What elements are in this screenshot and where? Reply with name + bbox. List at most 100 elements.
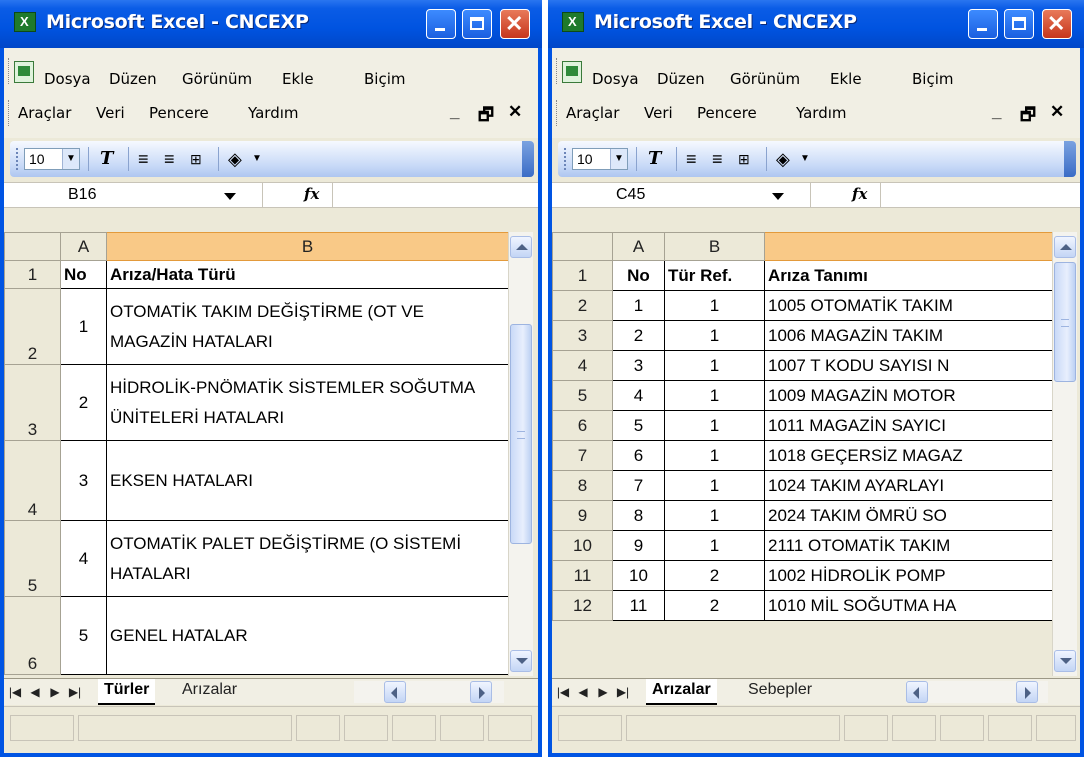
next-sheet-button[interactable]: ▶ xyxy=(48,684,62,700)
row-header[interactable]: 3 xyxy=(552,320,613,351)
toolbar-options-button[interactable] xyxy=(1064,141,1076,177)
menu-pencere[interactable]: Pencere xyxy=(697,104,757,122)
merge-center-icon[interactable]: ⊞ xyxy=(738,148,750,170)
chevron-down-icon[interactable]: ▼ xyxy=(62,149,79,169)
first-sheet-button[interactable]: |◀ xyxy=(8,684,22,700)
tab-arizalar[interactable]: Arızalar xyxy=(646,679,717,705)
align-center-icon[interactable]: ≡ xyxy=(712,148,723,170)
row-header[interactable]: 1 xyxy=(552,260,613,291)
mdi-restore-button[interactable]: 🗗 xyxy=(478,102,494,131)
tab-turler[interactable]: Türler xyxy=(98,679,156,705)
column-header-a[interactable]: A xyxy=(60,232,107,261)
cell[interactable]: HİDROLİK-PNÖMATİK SİSTEMLER SOĞUTMA ÜNİT… xyxy=(106,364,509,441)
scroll-thumb[interactable] xyxy=(1054,262,1076,382)
menu-dosya[interactable]: Dosya xyxy=(592,70,639,88)
cell[interactable]: GENEL HATALAR xyxy=(106,596,509,675)
chevron-down-icon[interactable] xyxy=(772,193,784,200)
row-header[interactable]: 7 xyxy=(552,440,613,471)
merge-center-icon[interactable]: ⊞ xyxy=(190,148,202,170)
cell[interactable]: OTOMATİK PALET DEĞİŞTİRME (O SİSTEMİ HAT… xyxy=(106,520,509,597)
menu-yardim[interactable]: Yardım xyxy=(796,104,847,122)
align-left-icon[interactable]: ≡ xyxy=(686,148,697,170)
cell[interactable]: 4 xyxy=(612,380,665,411)
name-box[interactable]: C45 xyxy=(552,183,810,207)
cell[interactable]: OTOMATİK TAKIM DEĞİŞTİRME (OT VE MAGAZİN… xyxy=(106,288,509,365)
cell[interactable]: 1002 HİDROLİK POMP xyxy=(764,560,1053,591)
excel-app-icon[interactable] xyxy=(562,12,584,32)
column-header-b[interactable]: B xyxy=(106,232,509,261)
row-header[interactable]: 4 xyxy=(4,440,61,521)
fx-icon[interactable]: fx xyxy=(304,185,319,203)
menu-yardim[interactable]: Yardım xyxy=(248,104,299,122)
cell[interactable]: Arıza Tanımı xyxy=(764,260,1053,291)
tab-arizalar[interactable]: Arızalar xyxy=(176,679,243,703)
menu-grip[interactable] xyxy=(8,58,12,84)
fx-icon[interactable]: fx xyxy=(852,185,867,203)
toolbar-options-button[interactable] xyxy=(522,141,534,177)
cell[interactable]: 2 xyxy=(60,364,107,441)
cell[interactable]: 1 xyxy=(664,440,765,471)
toolbar-grip[interactable] xyxy=(564,148,566,170)
cell[interactable]: 2 xyxy=(612,320,665,351)
row-header[interactable]: 4 xyxy=(552,350,613,381)
menu-araclar[interactable]: Araçlar xyxy=(566,104,619,122)
select-all-corner[interactable] xyxy=(552,232,613,261)
horizontal-scrollbar[interactable] xyxy=(354,681,504,703)
italic-icon[interactable]: T xyxy=(648,148,661,170)
cell[interactable]: 9 xyxy=(612,530,665,561)
excel-app-icon[interactable] xyxy=(14,12,36,32)
menu-veri[interactable]: Veri xyxy=(96,104,125,122)
menu-grip[interactable] xyxy=(8,100,12,126)
cell[interactable]: 5 xyxy=(60,596,107,675)
chevron-down-icon[interactable]: ▼ xyxy=(800,148,810,170)
cell[interactable]: 1 xyxy=(664,470,765,501)
cell[interactable]: 1 xyxy=(664,350,765,381)
scroll-left-button[interactable] xyxy=(906,681,928,703)
menu-grip[interactable] xyxy=(556,58,560,84)
cell[interactable]: 1006 MAGAZİN TAKIM xyxy=(764,320,1053,351)
cell[interactable]: 1 xyxy=(612,290,665,321)
cell[interactable]: 8 xyxy=(612,500,665,531)
menu-grip[interactable] xyxy=(556,100,560,126)
scroll-up-button[interactable] xyxy=(1054,236,1076,258)
maximize-button[interactable] xyxy=(462,9,492,39)
menu-duzen[interactable]: Düzen xyxy=(657,70,705,88)
cell[interactable]: 11 xyxy=(612,590,665,621)
cell[interactable]: 1005 OTOMATİK TAKIM xyxy=(764,290,1053,321)
row-header[interactable]: 6 xyxy=(4,596,61,675)
cell[interactable]: 1007 T KODU SAYISI N xyxy=(764,350,1053,381)
chevron-down-icon[interactable] xyxy=(224,193,236,200)
menu-gorunum[interactable]: Görünüm xyxy=(730,70,800,88)
mdi-minimize-button[interactable]: _ xyxy=(450,102,459,122)
menu-bicim[interactable]: Biçim xyxy=(364,70,405,88)
cell[interactable]: 1018 GEÇERSİZ MAGAZ xyxy=(764,440,1053,471)
align-left-icon[interactable]: ≡ xyxy=(138,148,149,170)
menu-veri[interactable]: Veri xyxy=(644,104,673,122)
chevron-down-icon[interactable]: ▼ xyxy=(252,148,262,170)
row-header[interactable]: 9 xyxy=(552,500,613,531)
fill-color-icon[interactable]: ◈ xyxy=(776,148,790,170)
cell[interactable]: No xyxy=(60,260,107,289)
cell[interactable]: 10 xyxy=(612,560,665,591)
cell[interactable]: 4 xyxy=(60,520,107,597)
italic-icon[interactable]: T xyxy=(100,148,113,170)
workbook-icon[interactable] xyxy=(14,61,34,83)
mdi-close-button[interactable]: ✕ xyxy=(508,102,522,122)
chevron-down-icon[interactable]: ▼ xyxy=(610,149,627,169)
row-header[interactable]: 3 xyxy=(4,364,61,441)
cell[interactable]: 1 xyxy=(664,410,765,441)
cell[interactable]: 1 xyxy=(664,530,765,561)
row-header[interactable]: 8 xyxy=(552,470,613,501)
vertical-scrollbar[interactable] xyxy=(508,232,533,676)
cell[interactable]: 2 xyxy=(664,590,765,621)
cell[interactable]: 1 xyxy=(664,500,765,531)
column-header-a[interactable]: A xyxy=(612,232,665,261)
row-header[interactable]: 2 xyxy=(552,290,613,321)
row-header[interactable]: 12 xyxy=(552,590,613,621)
scroll-up-button[interactable] xyxy=(510,236,532,258)
cell[interactable]: EKSEN HATALARI xyxy=(106,440,509,521)
last-sheet-button[interactable]: ▶| xyxy=(68,684,82,700)
font-size-select[interactable]: 10 ▼ xyxy=(24,148,80,170)
cell[interactable]: Tür Ref. xyxy=(664,260,765,291)
menu-pencere[interactable]: Pencere xyxy=(149,104,209,122)
